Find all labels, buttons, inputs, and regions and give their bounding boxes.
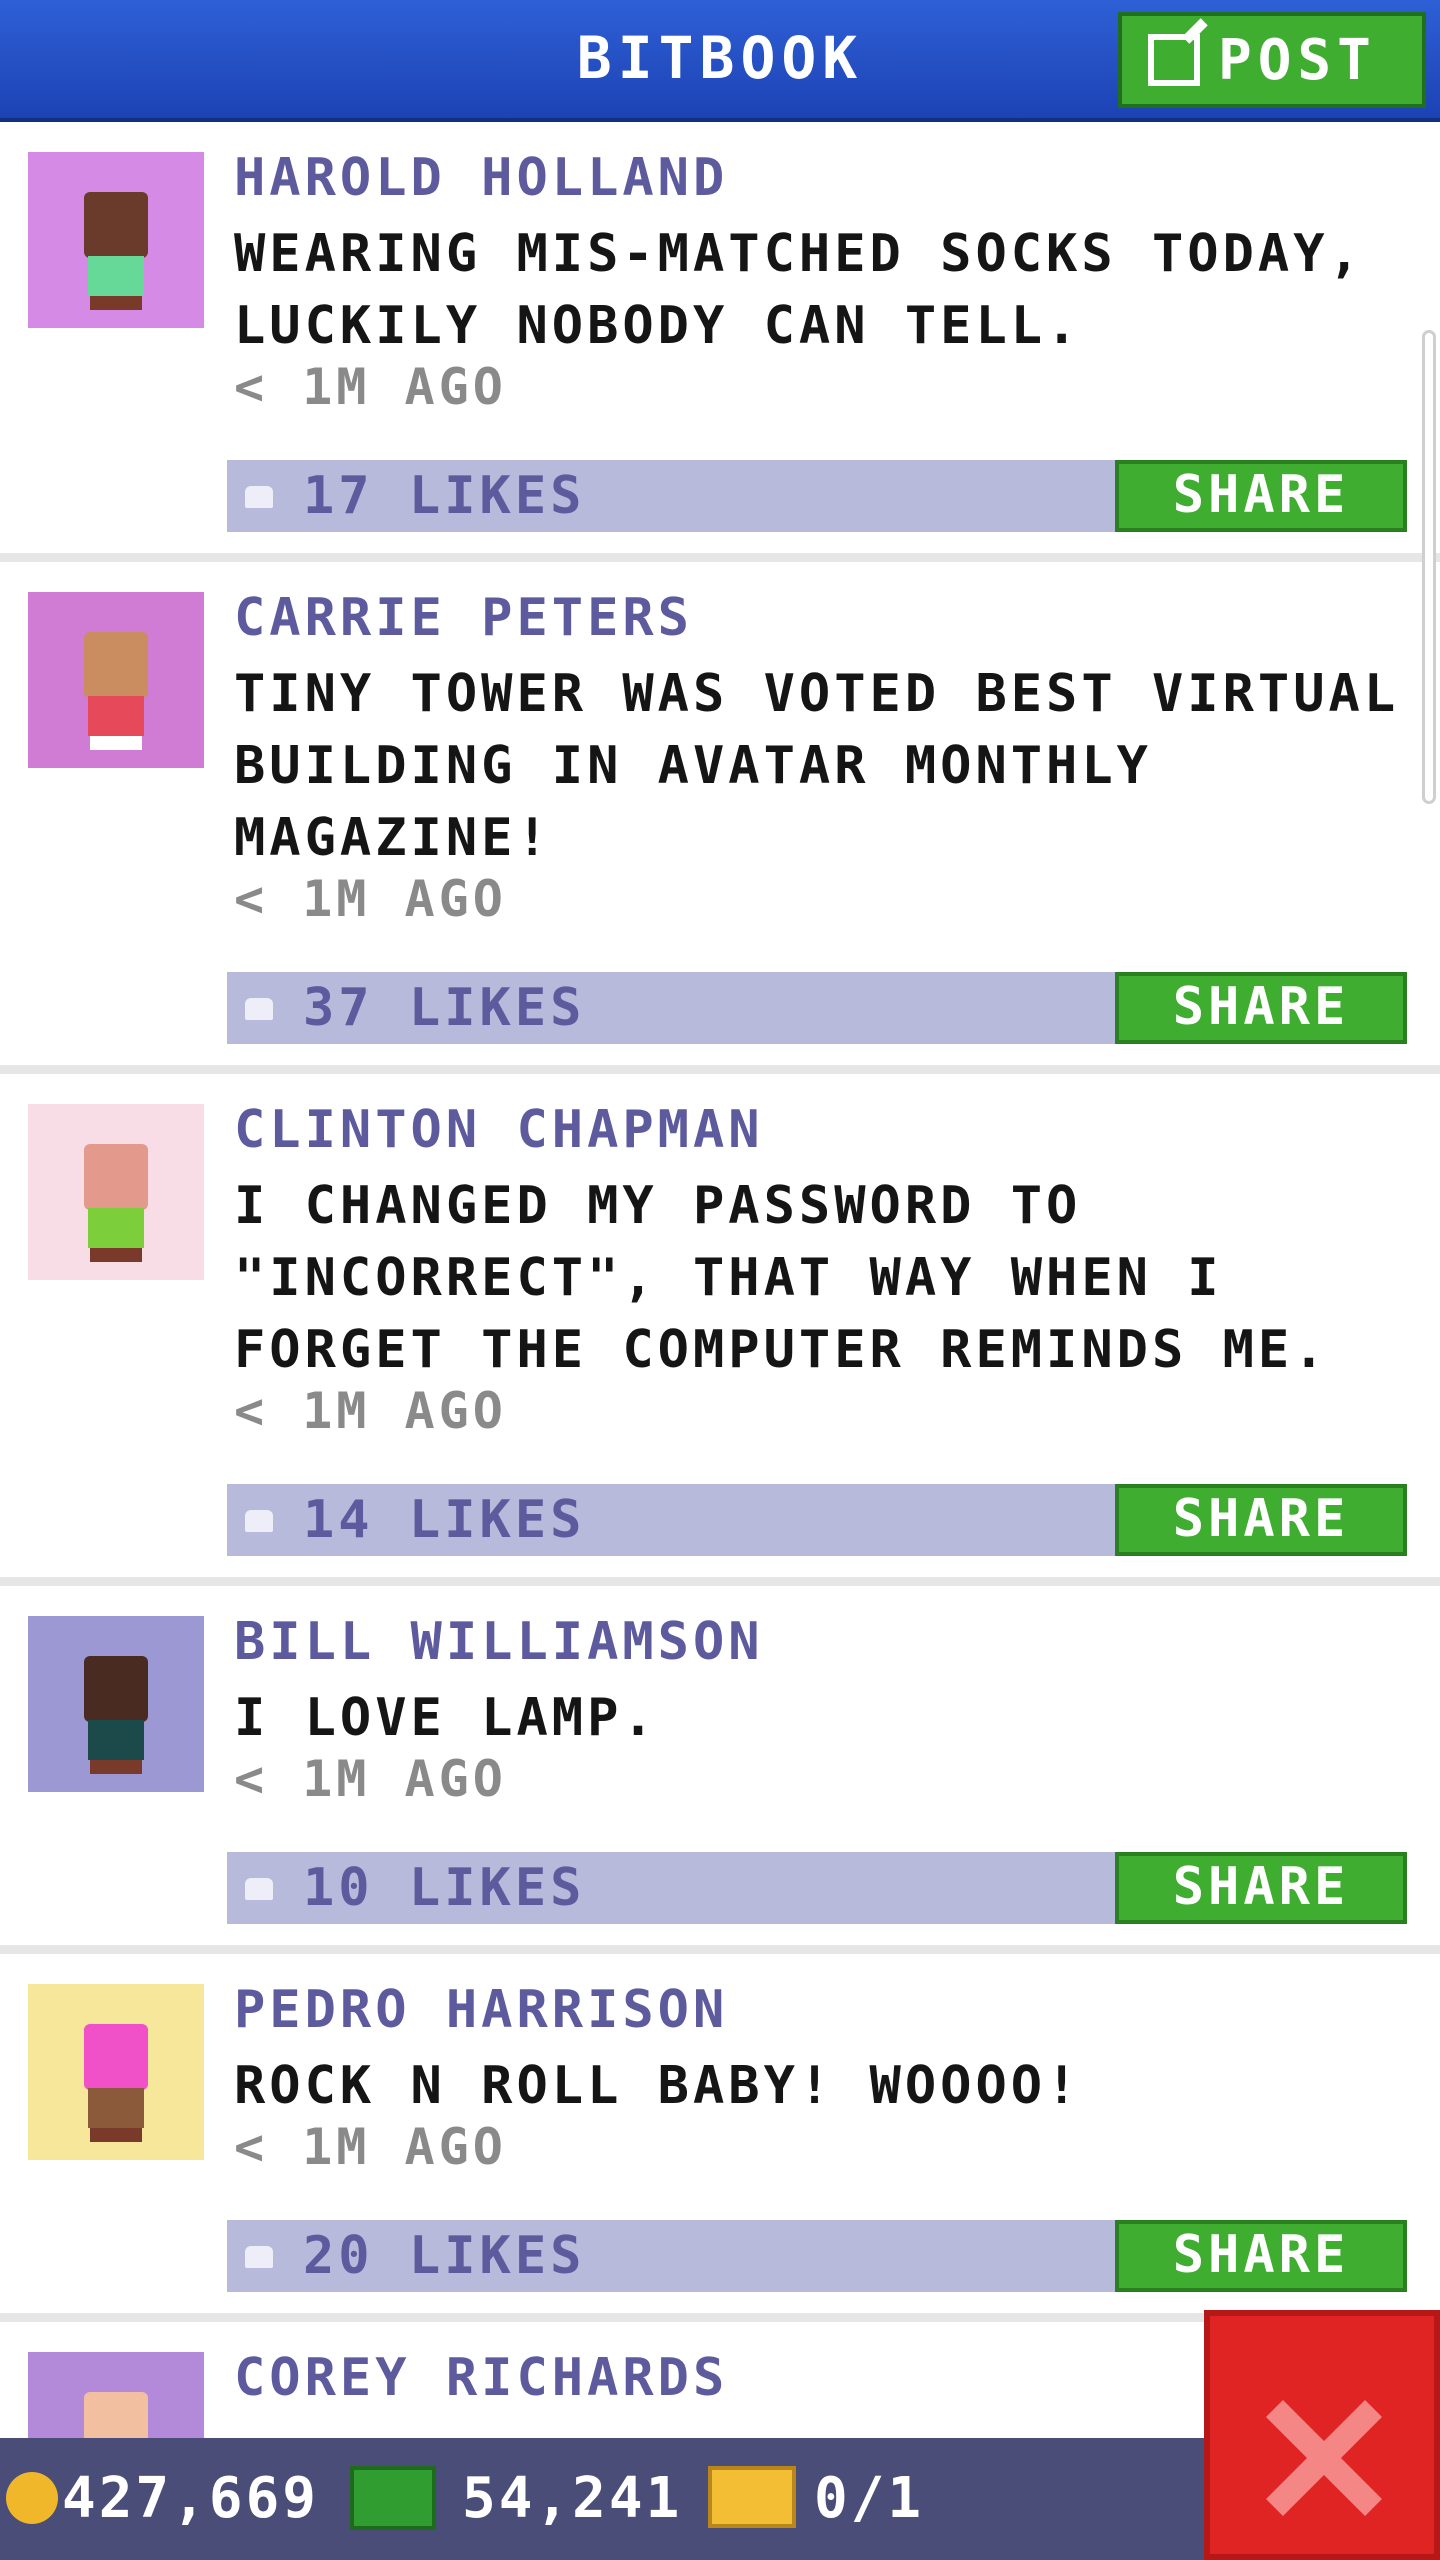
post-message: WEARING MIS-MATCHED SOCKS TODAY, LUCKILY… (234, 224, 1364, 356)
avatar-head (84, 1144, 148, 1210)
share-button[interactable]: SHARE (1115, 972, 1407, 1044)
feed-post: CLINTON CHAPMAN I CHANGED MY PASSWORD TO… (0, 1074, 1440, 1586)
avatar (28, 1104, 204, 1280)
avatar (28, 152, 204, 328)
post-author[interactable]: BILL WILLIAMSON (234, 1612, 764, 1672)
close-icon (1260, 2396, 1384, 2520)
likes-bar: 10 LIKES SHARE (227, 1852, 1407, 1924)
avatar (28, 1616, 204, 1792)
likes-count: 14 LIKES (303, 1490, 586, 1550)
post-time: < 1M AGO (234, 1382, 507, 1440)
share-button[interactable]: SHARE (1115, 460, 1407, 532)
avatar-feet (90, 1760, 142, 1774)
post-message: I CHANGED MY PASSWORD TO "INCORRECT", TH… (234, 1176, 1329, 1380)
post-author[interactable]: COREY RICHARDS (234, 2348, 728, 2408)
likes-count: 20 LIKES (303, 2226, 586, 2286)
post-message: ROCK N ROLL BABY! WOOOO! (234, 2056, 1082, 2116)
post-time: < 1M AGO (234, 358, 507, 416)
feed-post: CARRIE PETERS TINY TOWER WAS VOTED BEST … (0, 562, 1440, 1074)
likes-bar: 14 LIKES SHARE (227, 1484, 1407, 1556)
like-icon[interactable] (245, 486, 273, 508)
avatar-feet (90, 1248, 142, 1262)
likes-count: 37 LIKES (303, 978, 586, 1038)
avatar-head (84, 632, 148, 698)
post-message: I LOVE LAMP. (234, 1688, 658, 1748)
likes-count: 17 LIKES (303, 466, 586, 526)
likes-bar: 17 LIKES SHARE (227, 460, 1407, 532)
avatar-body (88, 1720, 144, 1760)
avatar-body (88, 696, 144, 736)
share-button[interactable]: SHARE (1115, 1484, 1407, 1556)
post-button-label: POST (1218, 27, 1377, 93)
likes-count: 10 LIKES (303, 1858, 586, 1918)
app-header: BITBOOK POST (0, 0, 1440, 122)
avatar-feet (90, 2128, 142, 2142)
coin-icon (6, 2472, 58, 2524)
avatar-feet (90, 736, 142, 750)
tickets-count: 0/1 (814, 2466, 925, 2531)
post-button[interactable]: POST (1118, 12, 1426, 108)
avatar (28, 592, 204, 768)
share-button[interactable]: SHARE (1115, 2220, 1407, 2292)
feed-post: PEDRO HARRISON ROCK N ROLL BABY! WOOOO! … (0, 1954, 1440, 2322)
compose-icon (1148, 34, 1200, 86)
post-time: < 1M AGO (234, 2118, 507, 2176)
post-author[interactable]: HAROLD HOLLAND (234, 148, 728, 208)
bux-count: 54,241 (462, 2466, 683, 2531)
avatar-body (88, 1208, 144, 1248)
likes-bar: 37 LIKES SHARE (227, 972, 1407, 1044)
share-button[interactable]: SHARE (1115, 1852, 1407, 1924)
close-button[interactable] (1204, 2310, 1440, 2560)
scrollbar[interactable] (1422, 330, 1436, 804)
post-author[interactable]: CLINTON CHAPMAN (234, 1100, 764, 1160)
post-time: < 1M AGO (234, 1750, 507, 1808)
like-icon[interactable] (245, 2246, 273, 2268)
feed: HAROLD HOLLAND WEARING MIS-MATCHED SOCKS… (0, 122, 1440, 2528)
avatar-head (84, 1656, 148, 1722)
post-time: < 1M AGO (234, 870, 507, 928)
feed-post: BILL WILLIAMSON I LOVE LAMP. < 1M AGO 10… (0, 1586, 1440, 1954)
like-icon[interactable] (245, 998, 273, 1020)
post-author[interactable]: CARRIE PETERS (234, 588, 693, 648)
post-message: TINY TOWER WAS VOTED BEST VIRTUAL BUILDI… (234, 664, 1400, 868)
feed-post: HAROLD HOLLAND WEARING MIS-MATCHED SOCKS… (0, 122, 1440, 562)
avatar-body (88, 2088, 144, 2128)
like-icon[interactable] (245, 1878, 273, 1900)
avatar-head (84, 192, 148, 258)
post-author[interactable]: PEDRO HARRISON (234, 1980, 728, 2040)
like-icon[interactable] (245, 1510, 273, 1532)
likes-bar: 20 LIKES SHARE (227, 2220, 1407, 2292)
avatar-head (84, 2024, 148, 2090)
bux-icon (350, 2466, 436, 2530)
avatar-feet (90, 296, 142, 310)
avatar (28, 1984, 204, 2160)
ticket-icon (708, 2466, 796, 2528)
avatar-body (88, 256, 144, 296)
coins-count: 427,669 (62, 2466, 320, 2531)
